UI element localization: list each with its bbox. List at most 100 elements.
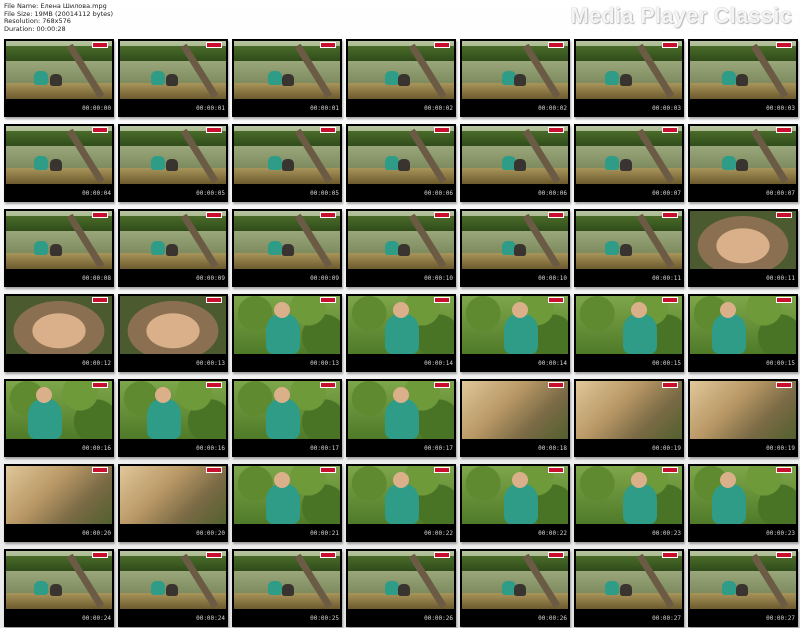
video-thumbnail[interactable]: 00:00:17 bbox=[346, 379, 456, 457]
video-thumbnail[interactable]: 00:00:11 bbox=[688, 209, 798, 287]
thumbnail-image bbox=[120, 551, 226, 609]
video-thumbnail[interactable]: 00:00:16 bbox=[4, 379, 114, 457]
thumbnail-image bbox=[120, 296, 226, 354]
video-thumbnail[interactable]: 00:00:05 bbox=[118, 124, 228, 202]
channel-logo-icon bbox=[92, 297, 108, 303]
thumbnail-timestamp: 00:00:06 bbox=[538, 190, 567, 197]
thumbnail-image bbox=[462, 126, 568, 184]
video-thumbnail[interactable]: 00:00:14 bbox=[346, 294, 456, 372]
thumbnail-image bbox=[6, 466, 112, 524]
video-thumbnail[interactable]: 00:00:26 bbox=[346, 549, 456, 627]
thumbnail-timestamp: 00:00:14 bbox=[538, 360, 567, 367]
thumbnail-image bbox=[234, 126, 340, 184]
thumbnail-timestamp: 00:00:18 bbox=[538, 445, 567, 452]
video-thumbnail[interactable]: 00:00:26 bbox=[460, 549, 570, 627]
channel-logo-icon bbox=[662, 467, 678, 473]
thumbnail-image bbox=[348, 551, 454, 609]
video-thumbnail[interactable]: 00:00:15 bbox=[688, 294, 798, 372]
video-thumbnail[interactable]: 00:00:02 bbox=[346, 39, 456, 117]
channel-logo-icon bbox=[206, 127, 222, 133]
video-thumbnail[interactable]: 00:00:22 bbox=[460, 464, 570, 542]
video-thumbnail[interactable]: 00:00:11 bbox=[574, 209, 684, 287]
video-thumbnail[interactable]: 00:00:07 bbox=[688, 124, 798, 202]
video-thumbnail[interactable]: 00:00:12 bbox=[4, 294, 114, 372]
video-thumbnail[interactable]: 00:00:09 bbox=[232, 209, 342, 287]
video-thumbnail[interactable]: 00:00:22 bbox=[346, 464, 456, 542]
channel-logo-icon bbox=[434, 212, 450, 218]
thumbnail-timestamp: 00:00:11 bbox=[766, 275, 795, 282]
thumbnail-image bbox=[690, 41, 796, 99]
video-thumbnail[interactable]: 00:00:23 bbox=[574, 464, 684, 542]
thumbnail-timestamp: 00:00:27 bbox=[766, 615, 795, 622]
channel-logo-icon bbox=[548, 212, 564, 218]
video-thumbnail[interactable]: 00:00:10 bbox=[460, 209, 570, 287]
thumbnail-image bbox=[348, 211, 454, 269]
channel-logo-icon bbox=[662, 42, 678, 48]
video-thumbnail[interactable]: 00:00:03 bbox=[574, 39, 684, 117]
video-thumbnail[interactable]: 00:00:20 bbox=[4, 464, 114, 542]
thumbnail-timestamp: 00:00:04 bbox=[82, 190, 111, 197]
video-thumbnail[interactable]: 00:00:04 bbox=[4, 124, 114, 202]
video-thumbnail[interactable]: 00:00:13 bbox=[232, 294, 342, 372]
thumbnail-image bbox=[576, 41, 682, 99]
channel-logo-icon bbox=[206, 467, 222, 473]
channel-logo-icon bbox=[206, 552, 222, 558]
video-thumbnail[interactable]: 00:00:20 bbox=[118, 464, 228, 542]
thumbnail-image bbox=[6, 126, 112, 184]
thumbnail-timestamp: 00:00:12 bbox=[82, 360, 111, 367]
video-thumbnail[interactable]: 00:00:24 bbox=[4, 549, 114, 627]
thumbnail-image bbox=[462, 41, 568, 99]
video-thumbnail[interactable]: 00:00:25 bbox=[232, 549, 342, 627]
thumbnail-image bbox=[234, 381, 340, 439]
channel-logo-icon bbox=[434, 127, 450, 133]
thumbnail-image bbox=[234, 41, 340, 99]
video-thumbnail[interactable]: 00:00:03 bbox=[688, 39, 798, 117]
video-thumbnail[interactable]: 00:00:17 bbox=[232, 379, 342, 457]
thumbnail-image bbox=[6, 211, 112, 269]
thumbnail-grid: 00:00:00 00:00:01 00:00:01 00:00:02 00:00:02… bbox=[0, 0, 800, 628]
video-thumbnail[interactable]: 00:00:01 bbox=[232, 39, 342, 117]
channel-logo-icon bbox=[206, 212, 222, 218]
video-thumbnail[interactable]: 00:00:24 bbox=[118, 549, 228, 627]
thumbnail-image bbox=[576, 551, 682, 609]
video-thumbnail[interactable]: 00:00:19 bbox=[574, 379, 684, 457]
video-thumbnail[interactable]: 00:00:27 bbox=[574, 549, 684, 627]
video-thumbnail[interactable]: 00:00:07 bbox=[574, 124, 684, 202]
thumbnail-image bbox=[462, 466, 568, 524]
video-thumbnail[interactable]: 00:00:05 bbox=[232, 124, 342, 202]
thumbnail-image bbox=[348, 466, 454, 524]
video-thumbnail[interactable]: 00:00:09 bbox=[118, 209, 228, 287]
video-thumbnail[interactable]: 00:00:01 bbox=[118, 39, 228, 117]
video-thumbnail[interactable]: 00:00:06 bbox=[460, 124, 570, 202]
thumbnail-timestamp: 00:00:10 bbox=[538, 275, 567, 282]
thumbnail-image bbox=[462, 296, 568, 354]
video-thumbnail[interactable]: 00:00:21 bbox=[232, 464, 342, 542]
video-thumbnail[interactable]: 00:00:10 bbox=[346, 209, 456, 287]
video-thumbnail[interactable]: 00:00:08 bbox=[4, 209, 114, 287]
thumbnail-image bbox=[348, 296, 454, 354]
channel-logo-icon bbox=[662, 297, 678, 303]
channel-logo-icon bbox=[776, 42, 792, 48]
video-thumbnail[interactable]: 00:00:15 bbox=[574, 294, 684, 372]
thumbnail-timestamp: 00:00:25 bbox=[310, 615, 339, 622]
thumbnail-timestamp: 00:00:11 bbox=[652, 275, 681, 282]
channel-logo-icon bbox=[548, 467, 564, 473]
thumbnail-timestamp: 00:00:23 bbox=[766, 530, 795, 537]
thumbnail-image bbox=[234, 466, 340, 524]
video-thumbnail[interactable]: 00:00:18 bbox=[460, 379, 570, 457]
channel-logo-icon bbox=[776, 467, 792, 473]
channel-logo-icon bbox=[434, 552, 450, 558]
thumbnail-image bbox=[6, 296, 112, 354]
video-thumbnail[interactable]: 00:00:27 bbox=[688, 549, 798, 627]
thumbnail-timestamp: 00:00:10 bbox=[424, 275, 453, 282]
channel-logo-icon bbox=[92, 42, 108, 48]
video-thumbnail[interactable]: 00:00:19 bbox=[688, 379, 798, 457]
video-thumbnail[interactable]: 00:00:23 bbox=[688, 464, 798, 542]
video-thumbnail[interactable]: 00:00:06 bbox=[346, 124, 456, 202]
video-thumbnail[interactable]: 00:00:02 bbox=[460, 39, 570, 117]
thumbnail-timestamp: 00:00:03 bbox=[652, 105, 681, 112]
video-thumbnail[interactable]: 00:00:13 bbox=[118, 294, 228, 372]
video-thumbnail[interactable]: 00:00:16 bbox=[118, 379, 228, 457]
video-thumbnail[interactable]: 00:00:00 bbox=[4, 39, 114, 117]
video-thumbnail[interactable]: 00:00:14 bbox=[460, 294, 570, 372]
